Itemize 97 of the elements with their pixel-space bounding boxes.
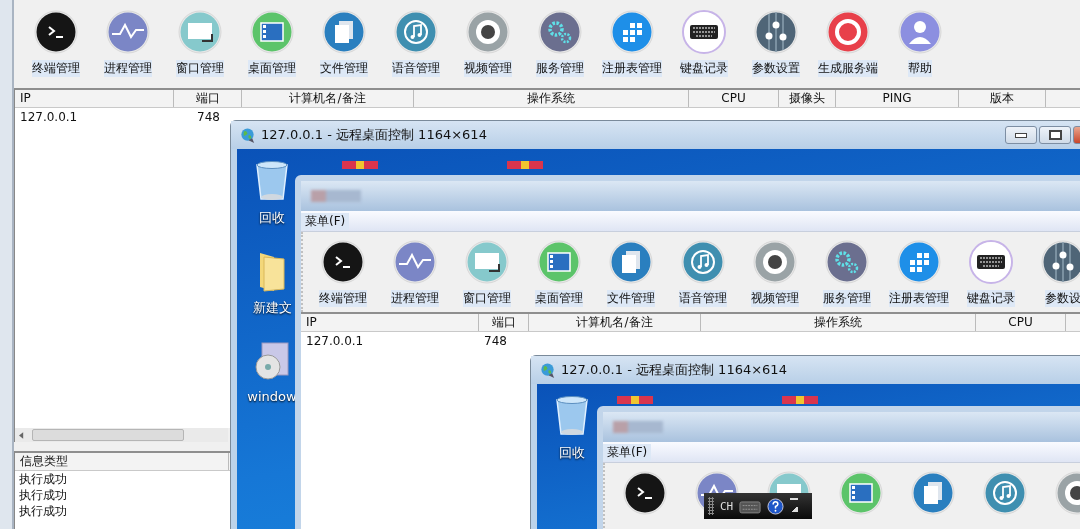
package-icon: [507, 161, 543, 169]
sliders-icon: [754, 10, 798, 54]
toolbar-button[interactable]: 窗口管理: [164, 10, 236, 88]
desktop-icon-label[interactable]: window: [247, 389, 297, 404]
music-note-icon: [983, 471, 1027, 515]
toolbar-button[interactable]: 语音管理: [667, 240, 739, 312]
toolbar-button[interactable]: 桌面管理: [523, 240, 595, 312]
terminal-icon: [623, 471, 667, 515]
package-icon: [342, 161, 378, 169]
toolbar-button[interactable]: 参数设置: [740, 10, 812, 88]
lens-icon: [753, 240, 797, 284]
package-icon: [617, 396, 653, 404]
input-language[interactable]: CH: [720, 499, 734, 513]
column-header[interactable]: 计算机名/备注: [242, 90, 414, 107]
toolbar-button[interactable]: 桌面管理: [236, 10, 308, 88]
column-header[interactable]: 端口: [479, 314, 529, 331]
grid-icon: [610, 10, 654, 54]
toolbar-button[interactable]: 注册表管理: [883, 240, 955, 312]
toolbar-button[interactable]: 进程管理: [379, 240, 451, 312]
window-icon: [178, 10, 222, 54]
gears-icon: [825, 240, 869, 284]
toolbar-button[interactable]: 视频管理: [739, 240, 811, 312]
desktop-icon: [537, 240, 581, 284]
column-header[interactable]: 端口: [174, 90, 242, 107]
toolbar-button[interactable]: 注册表管理: [596, 10, 668, 88]
toolbar-button[interactable]: 服务管理: [811, 240, 883, 312]
document-icon: [911, 471, 955, 515]
table-cell-text: 748: [483, 333, 508, 350]
desktop-icon: [250, 10, 294, 54]
column-header[interactable]: 信息类型: [15, 453, 229, 470]
toolbar-button[interactable]: 进程管理: [92, 10, 164, 88]
column-header[interactable]: 操作系统: [414, 90, 689, 107]
gears-icon: [538, 10, 582, 54]
keyboard-icon: [969, 240, 1013, 284]
toolbar-button[interactable]: 键盘记录: [955, 240, 1027, 312]
keyboard-icon: [682, 10, 726, 54]
globe-icon: [539, 361, 556, 379]
toolbar-button[interactable]: 帮助: [884, 10, 956, 88]
wave-icon: [106, 10, 150, 54]
desktop-icon-label[interactable]: 回收: [259, 209, 285, 227]
log-entry: 执行成功: [18, 487, 67, 503]
column-header[interactable]: 计算机名/备注: [529, 314, 701, 331]
log-entry: 执行成功: [18, 503, 67, 519]
help-icon[interactable]: [767, 497, 785, 515]
music-note-icon: [681, 240, 725, 284]
lens-icon: [466, 10, 510, 54]
log-entry: 执行成功: [18, 471, 67, 487]
keyboard-icon[interactable]: [739, 498, 762, 514]
blurred-title: [613, 421, 663, 433]
toolbar-button[interactable]: 生成服务端: [812, 10, 884, 88]
column-header[interactable]: 摄像头: [779, 90, 836, 107]
column-header[interactable]: CPU: [689, 90, 779, 107]
disc-case-icon: [252, 339, 292, 383]
wave-icon: [393, 240, 437, 284]
window-title: 127.0.0.1 - 远程桌面控制 1164×614: [561, 361, 787, 379]
window-icon: [465, 240, 509, 284]
toolbar-button[interactable]: 键盘记录: [668, 10, 740, 88]
minimize-button[interactable]: [1005, 126, 1037, 144]
column-header[interactable]: PING: [836, 90, 959, 107]
desktop-icon-label[interactable]: 回收: [559, 444, 585, 462]
column-header[interactable]: 操作系统: [701, 314, 976, 331]
column-header[interactable]: IP: [15, 90, 174, 107]
maximize-button[interactable]: [1039, 126, 1071, 144]
document-icon: [609, 240, 653, 284]
toolbar-button[interactable]: 终端管理: [307, 240, 379, 312]
toolbar-button[interactable]: 视频管理: [452, 10, 524, 88]
column-header[interactable]: IP: [301, 314, 479, 331]
document-icon: [322, 10, 366, 54]
globe-icon: [239, 126, 256, 144]
grid-icon: [897, 240, 941, 284]
scroll-left-icon[interactable]: [19, 431, 24, 439]
column-header[interactable]: 版本: [959, 90, 1046, 107]
grip-icon[interactable]: [708, 497, 714, 515]
toolbar-button[interactable]: 语音管理: [380, 10, 452, 88]
terminal-icon: [321, 240, 365, 284]
toolbar-button[interactable]: 文件管理: [308, 10, 380, 88]
music-note-icon: [394, 10, 438, 54]
column-header[interactable]: CPU: [976, 314, 1066, 331]
blurred-title: [311, 190, 361, 202]
table-cell-text: 748: [196, 109, 221, 126]
target-icon: [826, 10, 870, 54]
menu-item[interactable]: 菜单(F): [603, 443, 652, 461]
package-icon: [782, 396, 818, 404]
desktop-icon-label[interactable]: 新建文: [252, 299, 292, 317]
desktop-icon: [839, 471, 883, 515]
table-cell-text: 127.0.0.1: [19, 109, 79, 126]
toolbar-button[interactable]: 服务管理: [524, 10, 596, 88]
table-cell-text: 127.0.0.1: [305, 333, 365, 350]
toolbar-button[interactable]: 参数设: [1027, 240, 1080, 312]
toolbar-button[interactable]: 文件管理: [595, 240, 667, 312]
horizontal-scrollbar[interactable]: [14, 428, 228, 442]
toolbar-button[interactable]: 终端管理: [20, 10, 92, 88]
menu-item[interactable]: 菜单(F): [301, 212, 350, 230]
user-icon: [898, 10, 942, 54]
window-title: 127.0.0.1 - 远程桌面控制 1164×614: [261, 126, 487, 144]
terminal-icon: [34, 10, 78, 54]
toolbar-button[interactable]: 窗口管理: [451, 240, 523, 312]
